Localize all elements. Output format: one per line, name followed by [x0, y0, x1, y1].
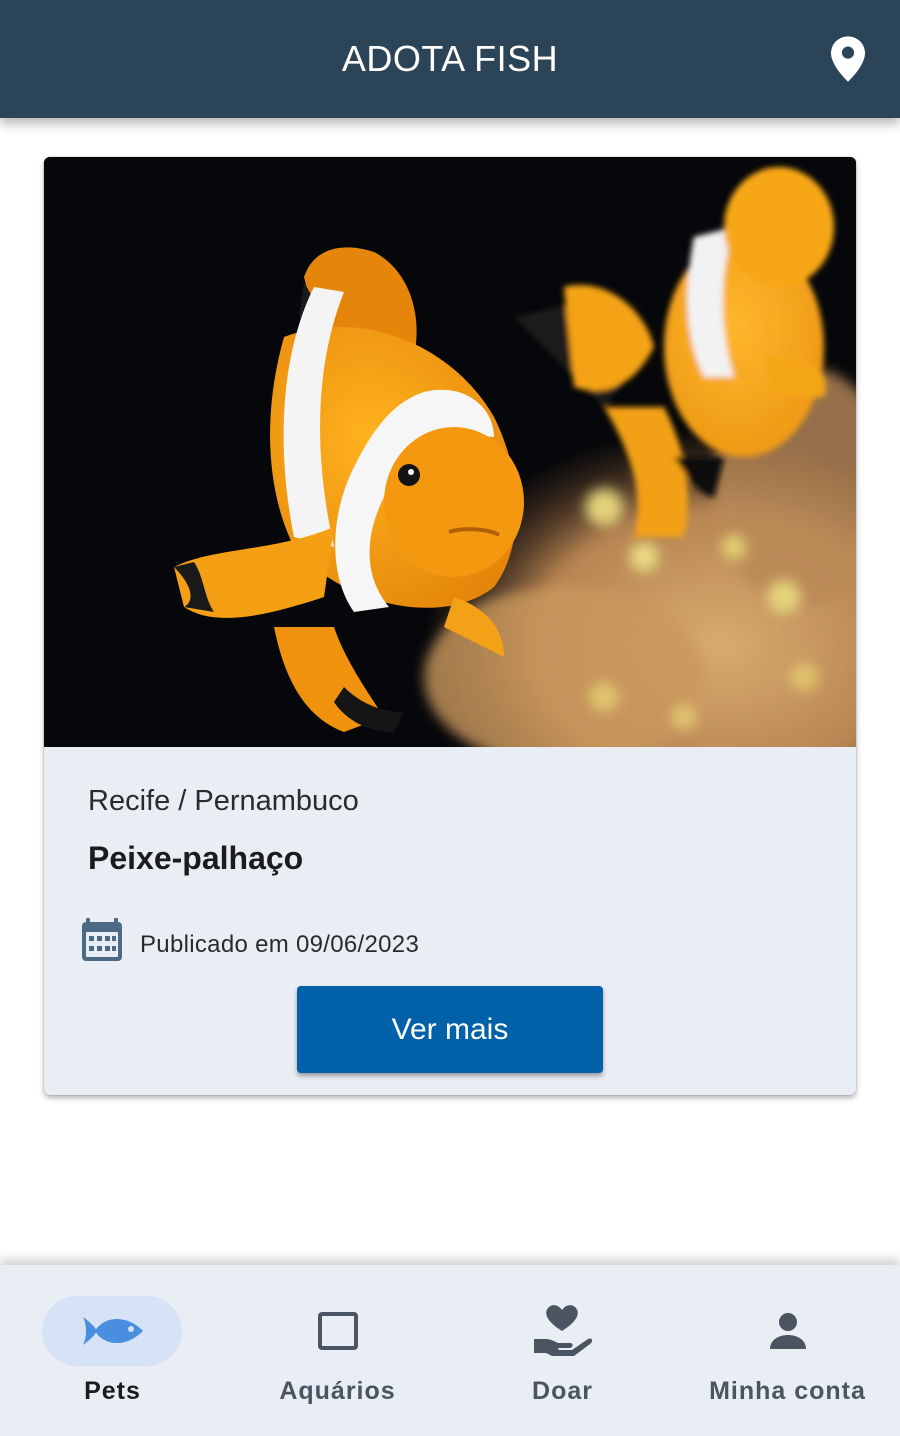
nav-label-doar: Doar: [532, 1377, 593, 1405]
calendar-icon: [82, 918, 122, 961]
person-icon: [769, 1313, 806, 1349]
square-icon: [317, 1312, 358, 1350]
map-pin-icon: [831, 36, 865, 82]
app-bar: ADOTA FISH: [0, 0, 900, 118]
nav-label-minha-conta: Minha conta: [709, 1377, 866, 1405]
publish-date: Publicado em 09/06/2023: [140, 931, 420, 958]
pet-photo: [44, 157, 856, 817]
nav-label-pets: Pets: [84, 1377, 141, 1405]
nav-item-doar[interactable]: Doar: [450, 1265, 675, 1436]
nav-item-minha-conta[interactable]: Minha conta: [675, 1265, 900, 1436]
pet-card: Recife / Pernambuco Peixe-palhaço Public…: [44, 157, 856, 1095]
pet-name: Peixe-palhaço: [88, 840, 304, 876]
app-title: ADOTA FISH: [341, 38, 559, 79]
clownfish-image: [44, 157, 856, 817]
nav-label-aquarios: Aquários: [279, 1377, 396, 1405]
pet-location: Recife / Pernambuco: [88, 785, 359, 817]
fish-icon: [82, 1317, 143, 1345]
nav-item-pets[interactable]: Pets: [0, 1265, 225, 1436]
nav-item-aquarios[interactable]: Aquários: [225, 1265, 450, 1436]
heart-hand-icon: [533, 1305, 592, 1356]
ver-mais-button[interactable]: Ver mais: [297, 986, 603, 1073]
location-button[interactable]: [826, 32, 870, 86]
bottom-navigation: Pets Aquários Doar Minha conta: [0, 1265, 900, 1436]
